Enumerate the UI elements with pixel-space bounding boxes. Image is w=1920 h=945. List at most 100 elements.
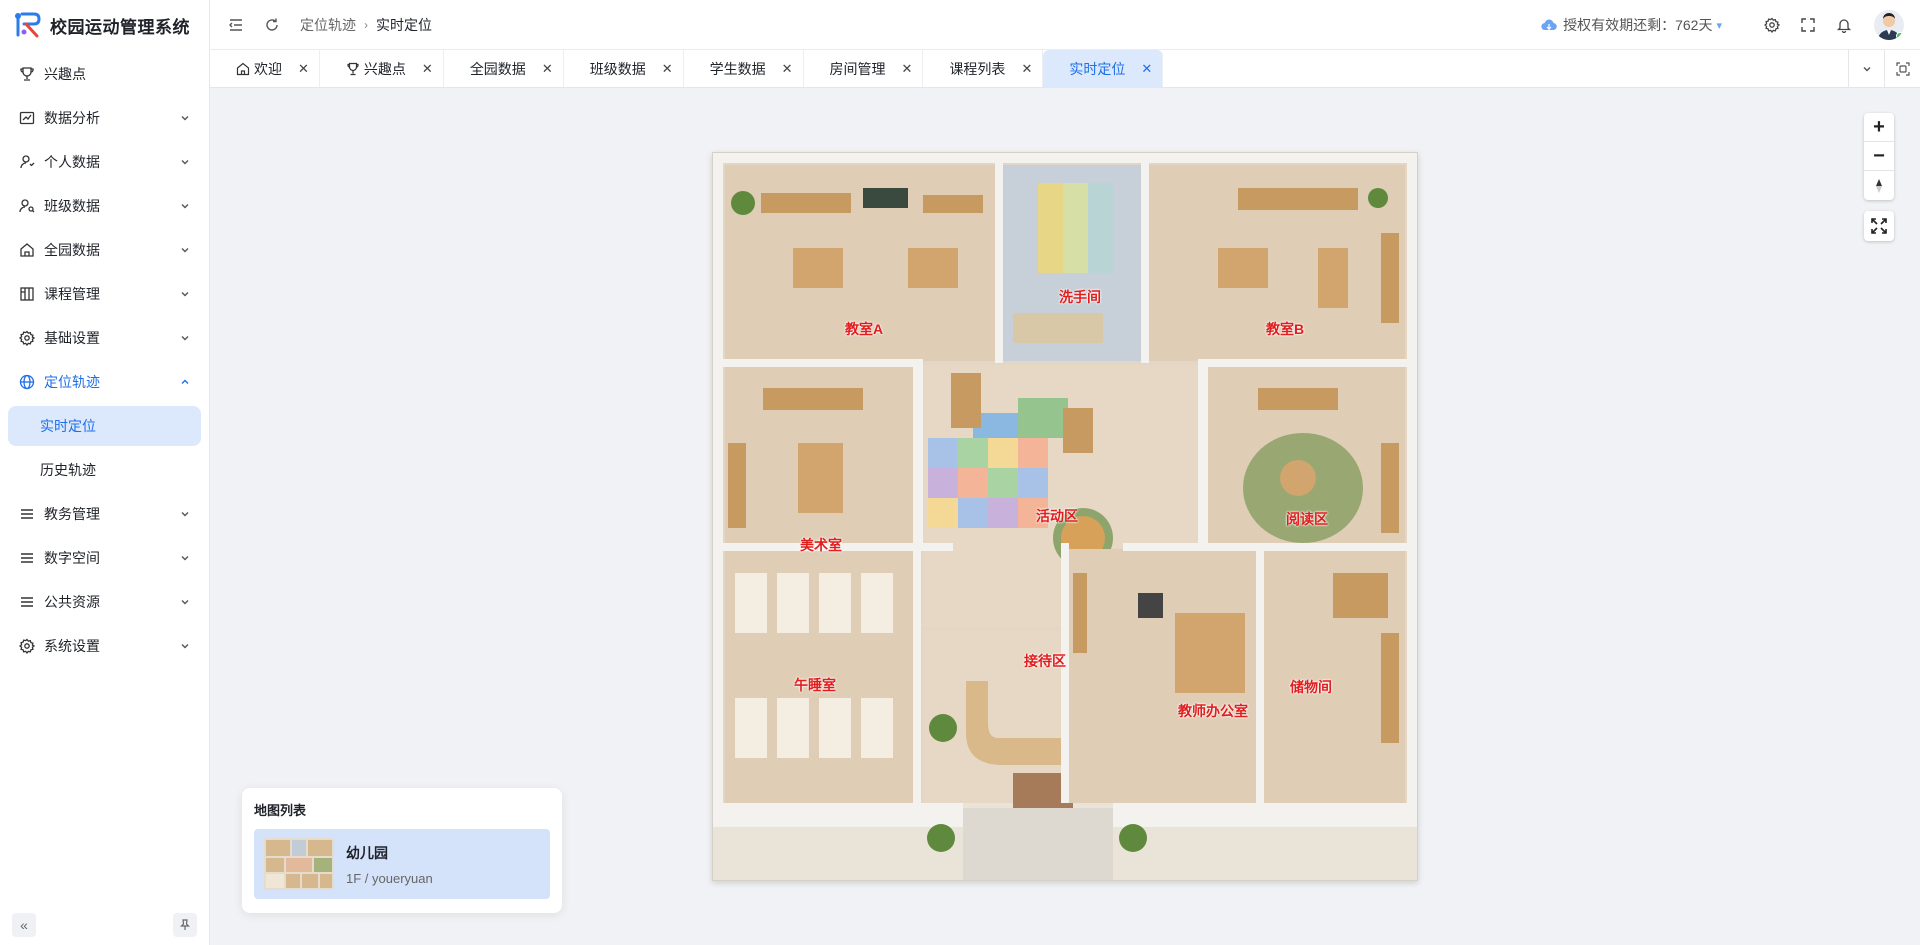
home-icon xyxy=(18,241,36,259)
map-list-item[interactable]: 幼儿园 1F / youeryuan xyxy=(254,829,550,899)
zoom-out-button[interactable]: − xyxy=(1864,142,1894,171)
sidebar-item-data-analysis[interactable]: 数据分析 xyxy=(8,98,201,138)
room-label-reception[interactable]: 接待区 xyxy=(1024,651,1066,671)
room-label-activity-zone[interactable]: 活动区 xyxy=(1036,506,1078,526)
chevron-down-icon xyxy=(181,292,189,297)
pin-sidebar-button[interactable] xyxy=(173,913,197,937)
tab-label: 课程列表 xyxy=(949,60,1006,77)
chevron-down-icon xyxy=(181,556,189,561)
trophy-icon xyxy=(18,65,36,83)
sidebar-item-label: 教务管理 xyxy=(44,506,100,522)
map-floor-code: 1F / youeryuan xyxy=(346,870,433,886)
tabs-dropdown-button[interactable] xyxy=(1848,50,1884,87)
compass-icon xyxy=(1876,178,1882,193)
tab-label: 房间管理 xyxy=(829,60,886,77)
room-label-teacher-office[interactable]: 教师办公室 xyxy=(1178,701,1248,721)
close-icon[interactable]: ✕ xyxy=(1021,61,1032,77)
tabs-maximize-button[interactable] xyxy=(1884,50,1920,87)
tabs-bar: 欢迎 ✕ 兴趣点 ✕ 全园数据 ✕ 班级数据 ✕ 学生数据 ✕ 房间管理 ✕ 课… xyxy=(210,50,1920,88)
room-label-classroom-b[interactable]: 教室B xyxy=(1266,319,1304,339)
double-chevron-left-icon: « xyxy=(20,917,28,933)
sidebar-item-location-track[interactable]: 定位轨迹 xyxy=(8,362,201,402)
zoom-in-button[interactable]: + xyxy=(1864,113,1894,142)
close-icon[interactable]: ✕ xyxy=(662,61,673,77)
sidebar-item-public-resources[interactable]: 公共资源 xyxy=(8,582,201,622)
collapse-sidebar-button[interactable]: « xyxy=(12,913,36,937)
tab-realtime-location[interactable]: 实时定位 ✕ xyxy=(1043,50,1164,87)
gear-icon xyxy=(1764,17,1780,33)
room-label-reading-area[interactable]: 阅读区 xyxy=(1286,509,1328,529)
avatar[interactable] xyxy=(1874,10,1904,40)
close-icon[interactable]: ✕ xyxy=(542,61,553,77)
tab-label: 全园数据 xyxy=(469,60,526,77)
sidebar-item-label: 公共资源 xyxy=(44,594,100,610)
sidebar-item-label: 数字空间 xyxy=(44,550,100,566)
license-dropdown[interactable]: 授权有效期还剩：762天 ▾ xyxy=(1541,15,1722,35)
zoom-control: + − xyxy=(1864,113,1894,200)
sidebar-item-label: 个人数据 xyxy=(44,154,100,170)
room-label-restroom[interactable]: 洗手间 xyxy=(1059,287,1101,307)
sidebar-item-academic-management[interactable]: 教务管理 xyxy=(8,494,201,534)
reset-north-button[interactable] xyxy=(1864,171,1894,200)
tab-welcome[interactable]: 欢迎 ✕ xyxy=(210,50,320,87)
sidebar-item-class-data[interactable]: 班级数据 xyxy=(8,186,201,226)
sidebar-subitem-label: 历史轨迹 xyxy=(40,462,96,478)
notifications-button[interactable] xyxy=(1834,15,1854,35)
sidebar-item-course-management[interactable]: 课程管理 xyxy=(8,274,201,314)
sidebar: 校园运动管理系统 兴趣点 数据分析 个人数据 班级数据 全园数据 课程管理 基础… xyxy=(0,0,210,945)
tab-course-list[interactable]: 课程列表 ✕ xyxy=(923,50,1044,87)
room-label-storage[interactable]: 储物间 xyxy=(1290,677,1332,697)
sidebar-item-label: 班级数据 xyxy=(44,198,100,214)
map-thumbnail xyxy=(264,838,334,890)
chevron-down-icon xyxy=(181,248,189,253)
tab-student-data[interactable]: 学生数据 ✕ xyxy=(684,50,804,87)
tab-school-data[interactable]: 全园数据 ✕ xyxy=(444,50,564,87)
tab-label: 兴趣点 xyxy=(363,60,406,77)
room-label-classroom-a[interactable]: 教室A xyxy=(845,319,883,339)
pin-icon xyxy=(180,919,190,930)
map-container[interactable]: 教室A 洗手间 教室B 美术室 活动区 阅读区 午睡室 接待区 教师办公室 储物… xyxy=(210,88,1920,945)
sidebar-item-label: 定位轨迹 xyxy=(44,374,100,390)
app-logo[interactable]: 校园运动管理系统 xyxy=(0,0,209,50)
map-fullscreen-button[interactable] xyxy=(1864,211,1894,241)
tab-room-management[interactable]: 房间管理 ✕ xyxy=(804,50,924,87)
sidebar-item-system-settings[interactable]: 系统设置 xyxy=(8,626,201,666)
sidebar-item-label: 数据分析 xyxy=(44,110,100,126)
list-icon xyxy=(18,505,36,523)
grid-icon xyxy=(18,285,36,303)
menu-toggle-button[interactable] xyxy=(226,15,246,35)
chevron-down-icon xyxy=(181,600,189,605)
close-icon[interactable]: ✕ xyxy=(782,61,793,77)
sidebar-item-school-data[interactable]: 全园数据 xyxy=(8,230,201,270)
side-menu: 兴趣点 数据分析 个人数据 班级数据 全园数据 课程管理 基础设置 定位轨迹 实… xyxy=(0,54,209,666)
close-icon[interactable]: ✕ xyxy=(1141,61,1152,77)
room-label-nap-room[interactable]: 午睡室 xyxy=(794,675,836,695)
close-icon[interactable]: ✕ xyxy=(298,61,309,77)
sidebar-subitem-realtime-location[interactable]: 实时定位 xyxy=(8,406,201,446)
logo-icon xyxy=(15,12,41,38)
breadcrumb-item[interactable]: 定位轨迹 xyxy=(300,15,356,35)
close-icon[interactable]: ✕ xyxy=(422,61,433,77)
refresh-button[interactable] xyxy=(262,15,282,35)
fullscreen-button[interactable] xyxy=(1798,15,1818,35)
refresh-icon xyxy=(266,18,278,31)
tab-poi[interactable]: 兴趣点 ✕ xyxy=(320,50,444,87)
map-list-title: 地图列表 xyxy=(254,803,307,818)
list-icon xyxy=(18,593,36,611)
breadcrumb-current: 实时定位 xyxy=(376,16,432,33)
tab-class-data[interactable]: 班级数据 ✕ xyxy=(564,50,684,87)
sidebar-item-personal-data[interactable]: 个人数据 xyxy=(8,142,201,182)
cloud-icon xyxy=(1541,19,1557,31)
floor-plan-map[interactable]: 教室A 洗手间 教室B 美术室 活动区 阅读区 午睡室 接待区 教师办公室 储物… xyxy=(712,152,1418,881)
trophy-icon xyxy=(347,62,359,75)
close-icon[interactable]: ✕ xyxy=(902,61,913,77)
room-label-art-room[interactable]: 美术室 xyxy=(800,535,842,555)
sidebar-item-poi[interactable]: 兴趣点 xyxy=(8,54,201,94)
settings-button[interactable] xyxy=(1762,15,1782,35)
menu-fold-icon xyxy=(229,18,242,31)
chevron-down-icon xyxy=(181,512,189,517)
sidebar-subitem-history-track[interactable]: 历史轨迹 xyxy=(8,450,201,490)
chevron-down-icon xyxy=(181,160,189,165)
sidebar-item-digital-space[interactable]: 数字空间 xyxy=(8,538,201,578)
sidebar-item-basic-settings[interactable]: 基础设置 xyxy=(8,318,201,358)
